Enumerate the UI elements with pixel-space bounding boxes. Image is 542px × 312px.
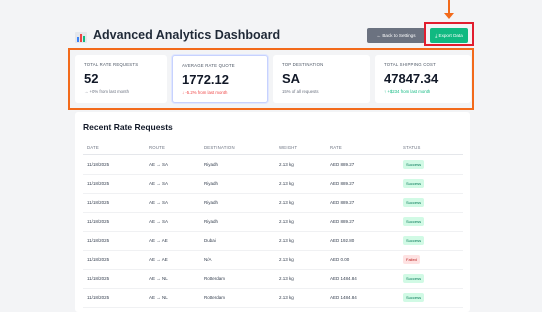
stat-label: TOTAL RATE REQUESTS [84, 62, 139, 67]
recent-requests-panel: Recent Rate Requests DATE ROUTE DESTINAT… [75, 112, 470, 312]
stat-change: ↓ -5.2% from last month [182, 90, 228, 95]
status-badge: Failed [403, 255, 420, 264]
stat-change: → +0% from last month [84, 89, 130, 94]
cell-weight: 2.13 kg [279, 219, 294, 224]
annotation-arrow-shaft [448, 0, 450, 14]
cell-date: 11/18/2025 [87, 295, 110, 300]
cell-destination: N/A [204, 257, 212, 262]
cell-weight: 2.13 kg [279, 257, 294, 262]
status-badge: Success [403, 179, 425, 188]
column-header-route: ROUTE [149, 145, 166, 150]
dashboard-header: Advanced Analytics Dashboard ← Back to S… [75, 26, 475, 48]
back-to-settings-button[interactable]: ← Back to Settings [367, 28, 425, 43]
cell-weight: 2.13 kg [279, 238, 294, 243]
column-header-destination: DESTINATION [204, 145, 235, 150]
cell-rate: AED 889.27 [330, 200, 355, 205]
status-badge: Success [403, 274, 425, 283]
cell-destination: Rotterdam [204, 276, 226, 281]
cell-rate: AED 889.27 [330, 219, 355, 224]
cell-weight: 2.13 kg [279, 295, 294, 300]
cell-rate: AED 0.00 [330, 257, 350, 262]
stat-label: AVERAGE RATE QUOTE [182, 63, 235, 68]
cell-destination: Dubai [204, 238, 216, 243]
stat-card-top-destination: TOP DESTINATION SA 15% of all requests [273, 55, 370, 103]
table-row: 11/18/2025 AE → SA Riyadh 2.13 kg AED 889.27… [83, 156, 463, 175]
annotation-arrow-head [444, 13, 454, 19]
page-title-wrap: Advanced Analytics Dashboard [75, 28, 281, 43]
stat-card-total-requests: TOTAL RATE REQUESTS 52 → +0% from last m… [75, 55, 167, 103]
cell-weight: 2.13 kg [279, 162, 294, 167]
table-row: 11/18/2025 AE → SA Riyadh 2.13 kg AED 889.27… [83, 194, 463, 213]
status-badge: Success [403, 160, 425, 169]
cell-route: AE → NL [149, 295, 168, 300]
cell-weight: 2.13 kg [279, 181, 294, 186]
cell-date: 11/18/2025 [87, 276, 110, 281]
stat-label: TOTAL SHIPPING COST [384, 62, 436, 67]
cell-destination: Riyadh [204, 162, 219, 167]
panel-title: Recent Rate Requests [83, 122, 173, 132]
cell-route: AE → SA [149, 162, 169, 167]
stat-card-average-quote: AVERAGE RATE QUOTE 1772.12 ↓ -5.2% from … [172, 55, 268, 103]
stat-card-total-cost: TOTAL SHIPPING COST 47847.34 ↑ +$234 fro… [375, 55, 471, 103]
cell-route: AE → AE [149, 238, 168, 243]
cell-route: AE → SA [149, 219, 169, 224]
cell-route: AE → SA [149, 200, 169, 205]
status-badge: Success [403, 293, 425, 302]
page-title: Advanced Analytics Dashboard [93, 28, 281, 42]
column-header-date: DATE [87, 145, 99, 150]
column-header-rate: RATE [330, 145, 342, 150]
cell-date: 11/18/2025 [87, 257, 110, 262]
cell-rate: AED 1484.84 [330, 295, 357, 300]
stat-value: SA [282, 71, 301, 86]
cell-rate: AED 192.80 [330, 238, 355, 243]
cell-route: AE → NL [149, 276, 168, 281]
stat-value: 52 [84, 71, 99, 86]
stat-value: 47847.34 [384, 71, 439, 86]
cell-route: AE → SA [149, 181, 169, 186]
bar-chart-icon [75, 30, 87, 43]
cell-date: 11/18/2025 [87, 162, 110, 167]
cell-rate: AED 889.27 [330, 162, 355, 167]
cell-date: 11/18/2025 [87, 200, 110, 205]
stat-change: 15% of all requests [282, 89, 319, 94]
cell-destination: Riyadh [204, 219, 219, 224]
table-row: 11/18/2025 AE → NL Rotterdam 2.13 kg AED 148… [83, 270, 463, 289]
table-row: 11/18/2025 AE → AE Dubai 2.13 kg AED 192.80 S… [83, 232, 463, 251]
stat-label: TOP DESTINATION [282, 62, 324, 67]
export-highlight-box [424, 22, 474, 46]
cell-route: AE → AE [149, 257, 168, 262]
status-badge: Success [403, 236, 425, 245]
cell-rate: AED 1484.84 [330, 276, 357, 281]
column-header-weight: WEIGHT [279, 145, 298, 150]
cell-weight: 2.13 kg [279, 276, 294, 281]
table-row: 11/18/2025 AE → SA Riyadh 2.13 kg AED 889.27… [83, 213, 463, 232]
stat-value: 1772.12 [182, 72, 229, 87]
cell-destination: Riyadh [204, 200, 219, 205]
table-row: 11/18/2025 AE → NL Rotterdam 2.13 kg AED 148… [83, 289, 463, 308]
cell-date: 11/18/2025 [87, 219, 110, 224]
status-badge: Success [403, 198, 425, 207]
table-header: DATE ROUTE DESTINATION WEIGHT RATE STATU… [83, 142, 463, 155]
stat-change: ↑ +$234 from last month [384, 89, 431, 94]
cell-destination: Rotterdam [204, 295, 226, 300]
status-badge: Success [403, 217, 425, 226]
table-row: 11/18/2025 AE → SA Riyadh 2.13 kg AED 889.27… [83, 175, 463, 194]
cell-destination: Riyadh [204, 181, 219, 186]
cell-weight: 2.13 kg [279, 200, 294, 205]
table-row: 11/18/2025 AE → AE N/A 2.13 kg AED 0.00 Faile… [83, 251, 463, 270]
cell-date: 11/18/2025 [87, 181, 110, 186]
column-header-status: STATUS [403, 145, 421, 150]
cell-rate: AED 889.27 [330, 181, 355, 186]
cell-date: 11/18/2025 [87, 238, 110, 243]
